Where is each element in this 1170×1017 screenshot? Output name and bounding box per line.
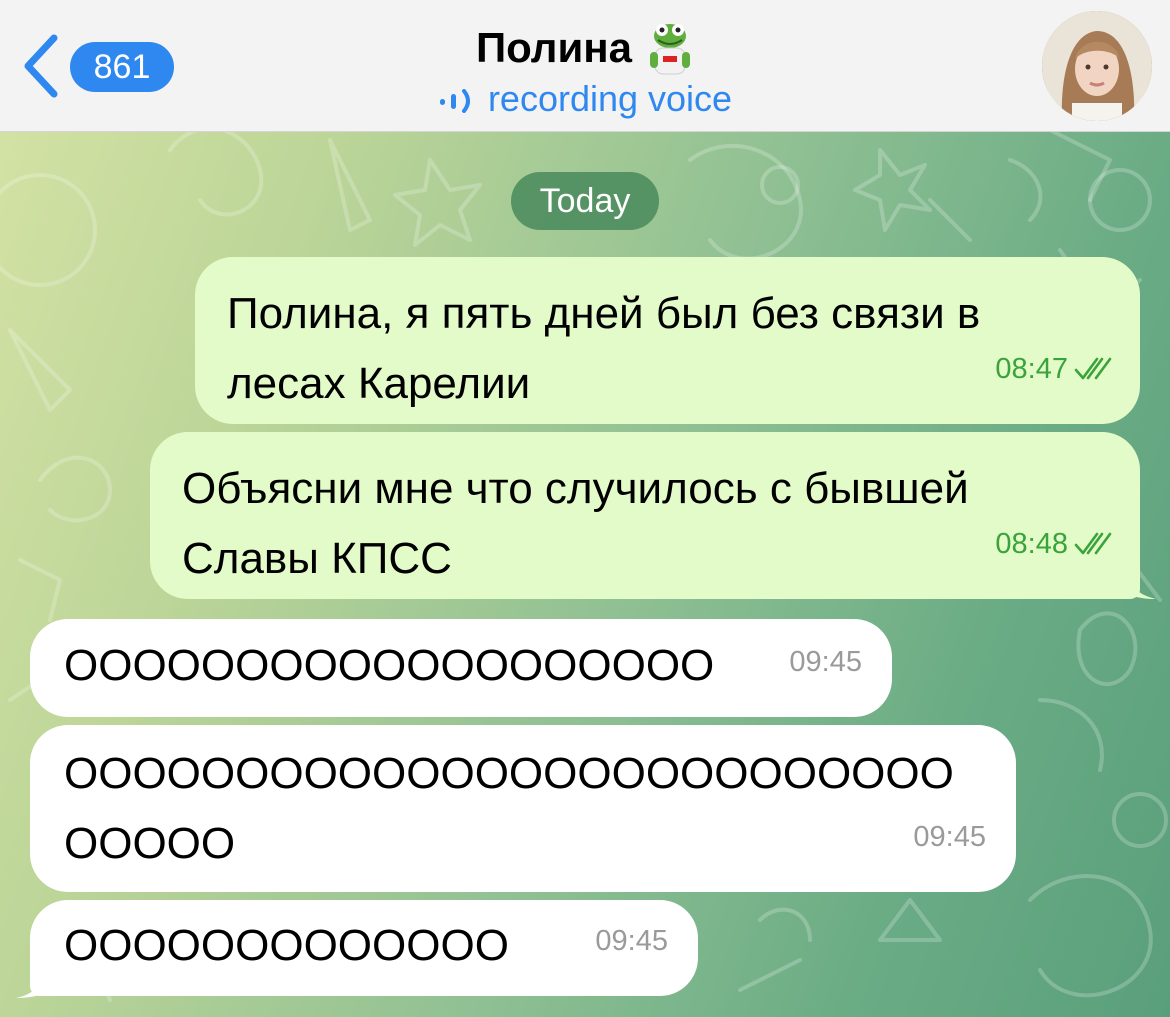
chat-title: Полина (476, 18, 694, 78)
message-meta: 09:45 (789, 627, 862, 697)
date-separator: Today (511, 172, 659, 230)
bubble-tail (1130, 575, 1156, 599)
kermit-sticker-icon (650, 24, 691, 75)
bubble-tail (16, 974, 42, 998)
message-meta: 08:48 (995, 509, 1114, 579)
chat-title-area[interactable]: Полина (0, 18, 1170, 78)
message-time: 08:47 (995, 353, 1068, 385)
chat-status: recording voice (0, 78, 1170, 120)
double-check-icon (1074, 357, 1112, 380)
message-time: 09:45 (789, 646, 862, 678)
double-check-icon (1074, 532, 1112, 555)
message-bubble-outgoing[interactable]: Полина, я пять дней был без связи в леса… (195, 257, 1140, 424)
message-time: 08:48 (995, 528, 1068, 560)
message-bubble-outgoing[interactable]: Объясни мне что случилось с бывшей Славы… (150, 432, 1140, 599)
message-text: ОООООООООООООООООООООООООО ООООО (64, 749, 954, 868)
message-meta: 09:45 (595, 906, 668, 976)
message-bubble-incoming[interactable]: ООООООООООООО 09:45 (30, 900, 698, 996)
message-meta: 08:47 (995, 334, 1114, 404)
message-meta: 09:45 (913, 802, 986, 872)
message-text: Полина, я пять дней был без связи в леса… (227, 289, 981, 408)
message-bubble-incoming[interactable]: ОООООООООООООООООООООООООО ООООО 09:45 (30, 725, 1016, 892)
avatar-photo (1042, 11, 1152, 121)
message-time: 09:45 (913, 821, 986, 853)
contact-avatar[interactable] (1042, 11, 1152, 121)
chat-header: 861 Полина recording voice (0, 0, 1170, 132)
message-text: ООООООООООООООООООО (64, 641, 715, 690)
contact-name: Полина (475, 24, 633, 71)
status-text: recording voice (487, 78, 733, 119)
message-bubble-incoming[interactable]: ООООООООООООООООООО 09:45 (30, 619, 892, 717)
recording-wave-icon (439, 89, 470, 114)
message-time: 09:45 (595, 925, 668, 957)
message-text: Объясни мне что случилось с бывшей Славы… (182, 464, 969, 583)
